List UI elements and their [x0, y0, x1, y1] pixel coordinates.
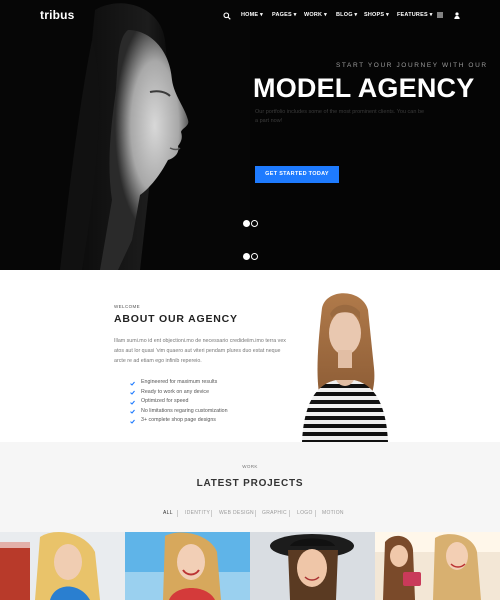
about-section: WELCOME ABOUT OUR AGENCY Illam sumi.mo i… [0, 270, 500, 442]
filter-divider [211, 510, 212, 517]
project-filters: ALL IDENTITY WEB DESIGN GRAPHIC LOGO MOT… [0, 510, 500, 520]
feature-item: Optimized for speed [130, 397, 228, 407]
projects-kicker: WORK [242, 464, 258, 469]
about-title: ABOUT OUR AGENCY [114, 313, 238, 325]
hero-kicker: START YOUR JOURNEY WITH OUR [336, 62, 488, 69]
nav-blog[interactable]: BLOG ▾ [336, 12, 357, 18]
check-icon [130, 381, 135, 386]
feature-item: 3+ complete shop page designs [130, 416, 228, 426]
nav-pages[interactable]: PAGES ▾ [272, 12, 297, 18]
filter-web-design[interactable]: WEB DESIGN [219, 510, 254, 516]
filter-divider [177, 510, 178, 517]
feature-list: Engineered for maximum results Ready to … [130, 378, 228, 426]
filter-divider [315, 510, 316, 517]
projects-title: LATEST PROJECTS [196, 478, 304, 489]
filter-identity[interactable]: IDENTITY [185, 510, 210, 516]
hero-title: MODEL AGENCY [253, 73, 475, 103]
nav-features[interactable]: FEATURES ▾ [397, 12, 433, 18]
hero-description: Our portfolio includes some of the most … [255, 109, 425, 124]
hero-section: tribus HOME ▾ PAGES ▾ WORK ▾ BLOG ▾ SHOP… [0, 0, 500, 270]
filter-graphic[interactable]: GRAPHIC [262, 510, 287, 516]
check-icon [130, 409, 135, 415]
filter-all[interactable]: ALL [163, 510, 173, 516]
slider-dot-2[interactable] [251, 253, 258, 260]
about-model-photo [302, 293, 388, 442]
feature-item: No limitations regaring customization [130, 407, 228, 417]
get-started-button[interactable]: GET STARTED TODAY [255, 166, 339, 183]
slider-dot-2[interactable] [251, 220, 258, 227]
user-icon[interactable] [454, 12, 460, 19]
nav-shops[interactable]: SHOPS ▾ [364, 12, 389, 18]
project-thumbnail[interactable] [250, 532, 375, 600]
filter-logo[interactable]: LOGO [297, 510, 313, 516]
check-icon [130, 400, 135, 405]
about-text: Illam sumi.mo id ent objectioni.mo de ne… [114, 338, 286, 364]
navbar: tribus HOME ▾ PAGES ▾ WORK ▾ BLOG ▾ SHOP… [0, 0, 500, 32]
nav-home[interactable]: HOME ▾ [241, 12, 263, 18]
feature-item: Engineered for maximum results [130, 378, 228, 388]
check-icon [130, 419, 135, 424]
slider-dot-1[interactable] [243, 253, 250, 260]
slider-dot-1[interactable] [243, 220, 250, 227]
nav-work[interactable]: WORK ▾ [304, 12, 327, 18]
project-gallery [0, 532, 500, 600]
projects-section: WORK LATEST PROJECTS ALL IDENTITY WEB DE… [0, 442, 500, 532]
feature-item: Ready to work on any device [130, 388, 228, 398]
filter-motion[interactable]: MOTION [322, 510, 344, 516]
project-thumbnail[interactable] [375, 532, 500, 600]
project-thumbnail[interactable] [125, 532, 250, 600]
menu-icon[interactable] [437, 12, 443, 18]
logo[interactable]: tribus [40, 8, 75, 22]
check-icon [130, 390, 135, 395]
search-icon[interactable] [223, 12, 231, 20]
hero-model-photo [0, 0, 250, 270]
project-thumbnail[interactable] [0, 532, 125, 600]
filter-divider [289, 510, 290, 517]
about-kicker: WELCOME [114, 304, 141, 309]
filter-divider [255, 510, 256, 517]
